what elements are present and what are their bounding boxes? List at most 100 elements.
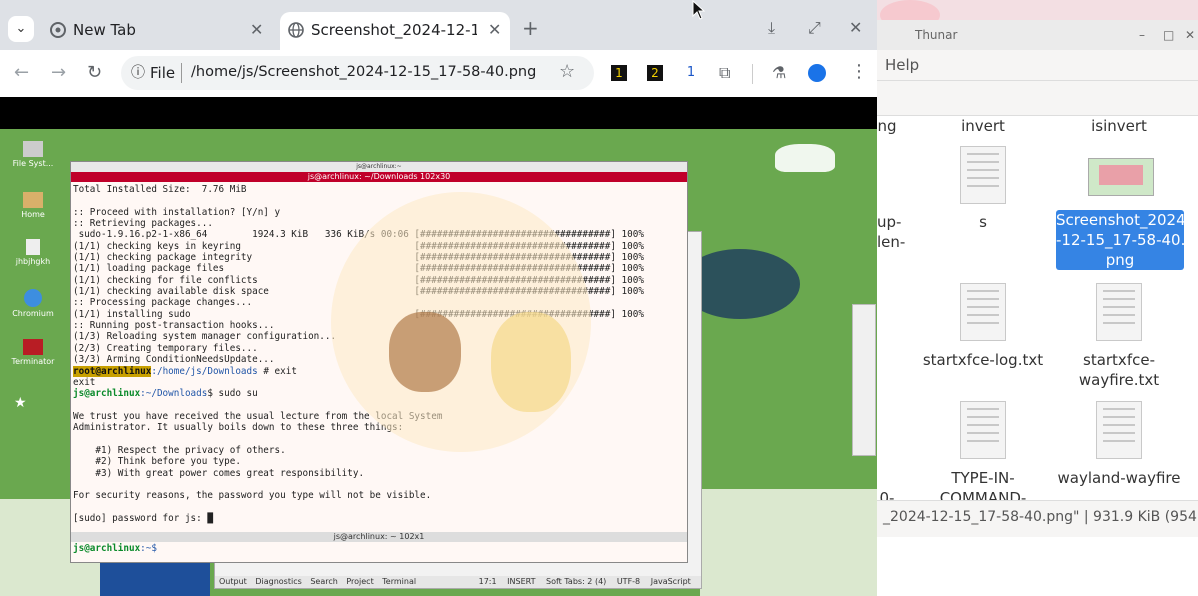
root-prompt-user: root@archlinux [73, 365, 152, 377]
terminal-line: (1/3) Reloading system manager configura… [73, 331, 337, 343]
editor-status-position: 17:1 [478, 577, 497, 586]
terminal-line: #3) With great power comes great respons… [95, 467, 365, 479]
fullscreen-icon[interactable]: ⤢ [808, 20, 821, 36]
terminal-line: (2/3) Creating temporary files... [73, 342, 258, 354]
bookmark-star-icon[interactable]: ☆ [559, 63, 575, 81]
desktop-icon-home[interactable]: Home [3, 192, 63, 219]
editor-status-output[interactable]: Output [219, 577, 247, 586]
editor-status-diagnostics[interactable]: Diagnostics [255, 577, 301, 586]
thunar-titlebar[interactable]: Thunar – □ ✕ [877, 20, 1198, 50]
root-prompt-path: :/home/js/Downloads [151, 365, 258, 377]
houses-decoration [700, 489, 877, 596]
prompt-path: :~$ [140, 543, 163, 554]
desktop-icon-chromium[interactable]: Chromium [3, 289, 63, 318]
maximize-icon[interactable]: □ [1163, 28, 1174, 42]
puzzle-extensions-icon[interactable]: ⧉ [719, 65, 730, 81]
reload-icon[interactable]: ↻ [87, 64, 102, 82]
address-bar[interactable]: ⓘ File /home/js/Screenshot_2024-12-15_17… [121, 56, 594, 90]
browser-window: ⌄ New Tab ✕ Screenshot_2024-12-15_17-58-… [0, 0, 877, 596]
desktop-icon-label: Chromium [12, 309, 54, 318]
mouse-cursor-icon [692, 0, 706, 20]
tab-search-button[interactable]: ⌄ [8, 16, 34, 42]
menu-help[interactable]: Help [885, 56, 919, 74]
file-item[interactable]: startxfce-log.txt [917, 350, 1049, 370]
terminal-line: :: Running post-transaction hooks... [73, 320, 275, 332]
file-label: startxfce-log.txt [922, 351, 1044, 369]
file-label: invert [961, 117, 1005, 135]
download-icon[interactable]: ⤓ [768, 20, 775, 36]
desktop-icon-label: jhbjhgkh [15, 257, 51, 266]
terminal-titlebar[interactable]: js@archlinux:~ [71, 162, 687, 172]
back-icon[interactable]: ← [14, 64, 29, 82]
tab-title: New Tab [73, 21, 136, 39]
terminal-bottom-prompt[interactable]: js@archlinux:~$ [73, 543, 163, 554]
prompt-user: js@archlinux [73, 543, 141, 554]
extension-icon[interactable]: 1 [683, 65, 699, 81]
file-item-selected[interactable]: Screenshot_2024 -12-15_17-58-40. png [1056, 210, 1186, 270]
editor-status-encoding: UTF-8 [616, 577, 641, 586]
close-tab-icon[interactable]: ✕ [250, 22, 263, 38]
desktop-icon-file[interactable]: jhbjhgkh [3, 239, 63, 266]
file-item[interactable]: startxfce- wayfire.txt [1053, 350, 1185, 390]
terminal-line: Total Installed Size: 7.76 MiB [73, 184, 247, 195]
side-dock [852, 304, 876, 456]
file-item[interactable]: wayland-wayfire [1053, 468, 1185, 488]
terminal-tab-title: js@archlinux: ~/Downloads 102x30 [71, 172, 687, 182]
forward-icon[interactable]: → [51, 64, 66, 82]
terminal-line: :: Retrieving packages... [73, 218, 213, 230]
user-prompt-command: $ sudo su [207, 388, 258, 400]
file-label: Screenshot_2024 -12-15_17-58-40. png [1056, 211, 1186, 269]
editor-status-mode: INSERT [507, 577, 536, 586]
desktop-icon-label: File Syst... [12, 159, 54, 168]
file-label: s [979, 213, 987, 231]
file-label: startxfce- wayfire.txt [1078, 351, 1160, 389]
folder-icon [23, 192, 43, 208]
star-decoration: ★ [14, 395, 27, 411]
close-icon[interactable]: ✕ [1185, 28, 1195, 42]
file-item[interactable]: up- len- [877, 212, 909, 252]
thunar-toolbar [877, 81, 1198, 116]
url-text: /home/js/Screenshot_2024-12-15_17-58-40.… [191, 64, 537, 80]
close-tab-icon[interactable]: ✕ [488, 22, 501, 38]
terminal-line: [sudo] password for js: [73, 512, 208, 524]
scheme-label: File [150, 64, 176, 82]
file-item[interactable]: invert [935, 116, 1031, 136]
profile-avatar[interactable] [808, 64, 826, 82]
menu-kebab-icon[interactable]: ⋮ [850, 63, 868, 81]
file-label: isinvert [1091, 117, 1147, 135]
terminal-line: #1) Respect the privacy of others. [95, 444, 286, 456]
file-item[interactable]: ng [877, 116, 897, 136]
drive-icon [23, 141, 43, 157]
info-icon[interactable]: ⓘ [131, 65, 145, 81]
terminal-split-title: js@archlinux: ~ 102x1 [71, 532, 687, 542]
new-tab-icon[interactable]: + [522, 18, 539, 38]
user-prompt: js@archlinux [73, 388, 141, 400]
extension-icon[interactable]: 1 [611, 65, 627, 81]
text-file-icon [1096, 401, 1142, 459]
thunar-window: Thunar – □ ✕ Help ng invert isinvert up-… [876, 20, 1198, 596]
bear-decoration [389, 312, 461, 392]
text-file-icon [960, 146, 1006, 204]
editor-status-project[interactable]: Project [346, 577, 373, 586]
minimize-icon[interactable]: – [1139, 28, 1145, 42]
labs-flask-icon[interactable]: ⚗ [772, 65, 786, 81]
editor-statusbar: Output Diagnostics Search Project Termin… [215, 576, 701, 588]
image-thumbnail-icon [1088, 158, 1154, 196]
thunar-statusbar: _2024-12-15_17-58-40.png" | 931.9 KiB (9… [877, 500, 1198, 537]
desktop-icon-filesystem[interactable]: File Syst... [3, 141, 63, 168]
close-window-icon[interactable]: ✕ [849, 20, 862, 36]
status-text: _2024-12-15_17-58-40.png" | 931.9 KiB (9… [883, 509, 1197, 525]
tab-new-tab[interactable]: New Tab ✕ [40, 12, 272, 48]
file-item[interactable]: isinvert [1071, 116, 1167, 136]
editor-status-language: JavaScript [650, 577, 691, 586]
file-item[interactable]: s [935, 212, 1031, 232]
extension-icon[interactable]: 2 [647, 65, 663, 81]
editor-status-terminal[interactable]: Terminal [382, 577, 416, 586]
desktop-icon-terminator[interactable]: Terminator [3, 339, 63, 366]
terminal-line: #2) Think before you type. [95, 456, 241, 468]
terminal-line: For security reasons, the password you t… [73, 490, 432, 502]
editor-status-search[interactable]: Search [310, 577, 337, 586]
terminal-window: js@archlinux:~ js@archlinux: ~/Downloads… [70, 161, 688, 563]
file-label: ng [877, 117, 897, 135]
root-prompt-command: # exit [263, 365, 297, 377]
